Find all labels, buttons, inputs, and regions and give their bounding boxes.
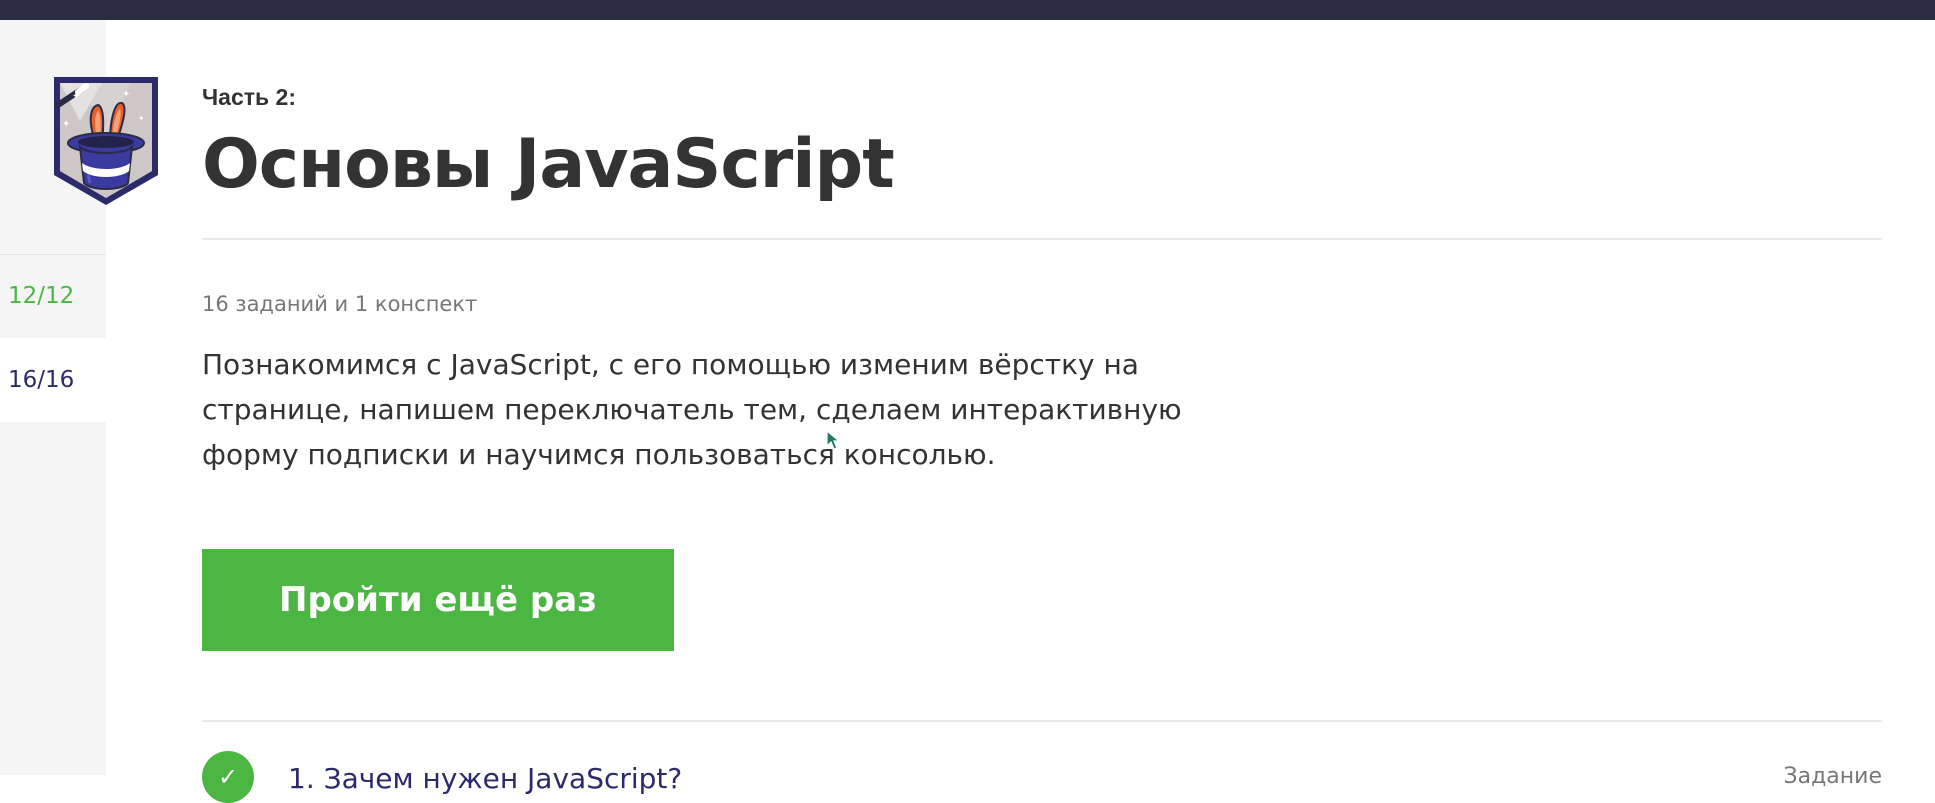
task-row[interactable]: ✓ 1. Зачем нужен JavaScript? Задание (202, 740, 1883, 803)
tasks-divider (202, 720, 1882, 722)
part-description: Познакомимся с JavaScript, с его помощью… (202, 348, 1182, 471)
task-type: Задание (1783, 764, 1883, 789)
svg-text:✦: ✦ (62, 119, 70, 130)
magic-hat-rabbit-icon: ✦ ✦ ✦ ✦ (54, 77, 158, 205)
sidebar-progress-part-1[interactable]: 12/12 (0, 254, 106, 338)
svg-text:✦: ✦ (122, 89, 130, 100)
part-label: Часть 2: (202, 84, 296, 110)
progress-label: 16/16 (8, 367, 75, 393)
retry-button[interactable]: Пройти ещё раз (202, 549, 674, 651)
top-bar (0, 0, 1935, 20)
task-count: 16 заданий и 1 конспект (202, 292, 478, 316)
title-divider (202, 238, 1882, 240)
sidebar-progress-part-2[interactable]: 16/16 (0, 338, 106, 422)
svg-text:✦: ✦ (72, 91, 80, 102)
checkmark-icon: ✓ (202, 751, 254, 803)
page-title: Основы JavaScript (202, 125, 895, 204)
progress-label: 12/12 (8, 283, 75, 309)
svg-text:✦: ✦ (138, 114, 145, 123)
task-title[interactable]: 1. Зачем нужен JavaScript? (288, 762, 682, 795)
mouse-cursor-icon (826, 430, 840, 450)
